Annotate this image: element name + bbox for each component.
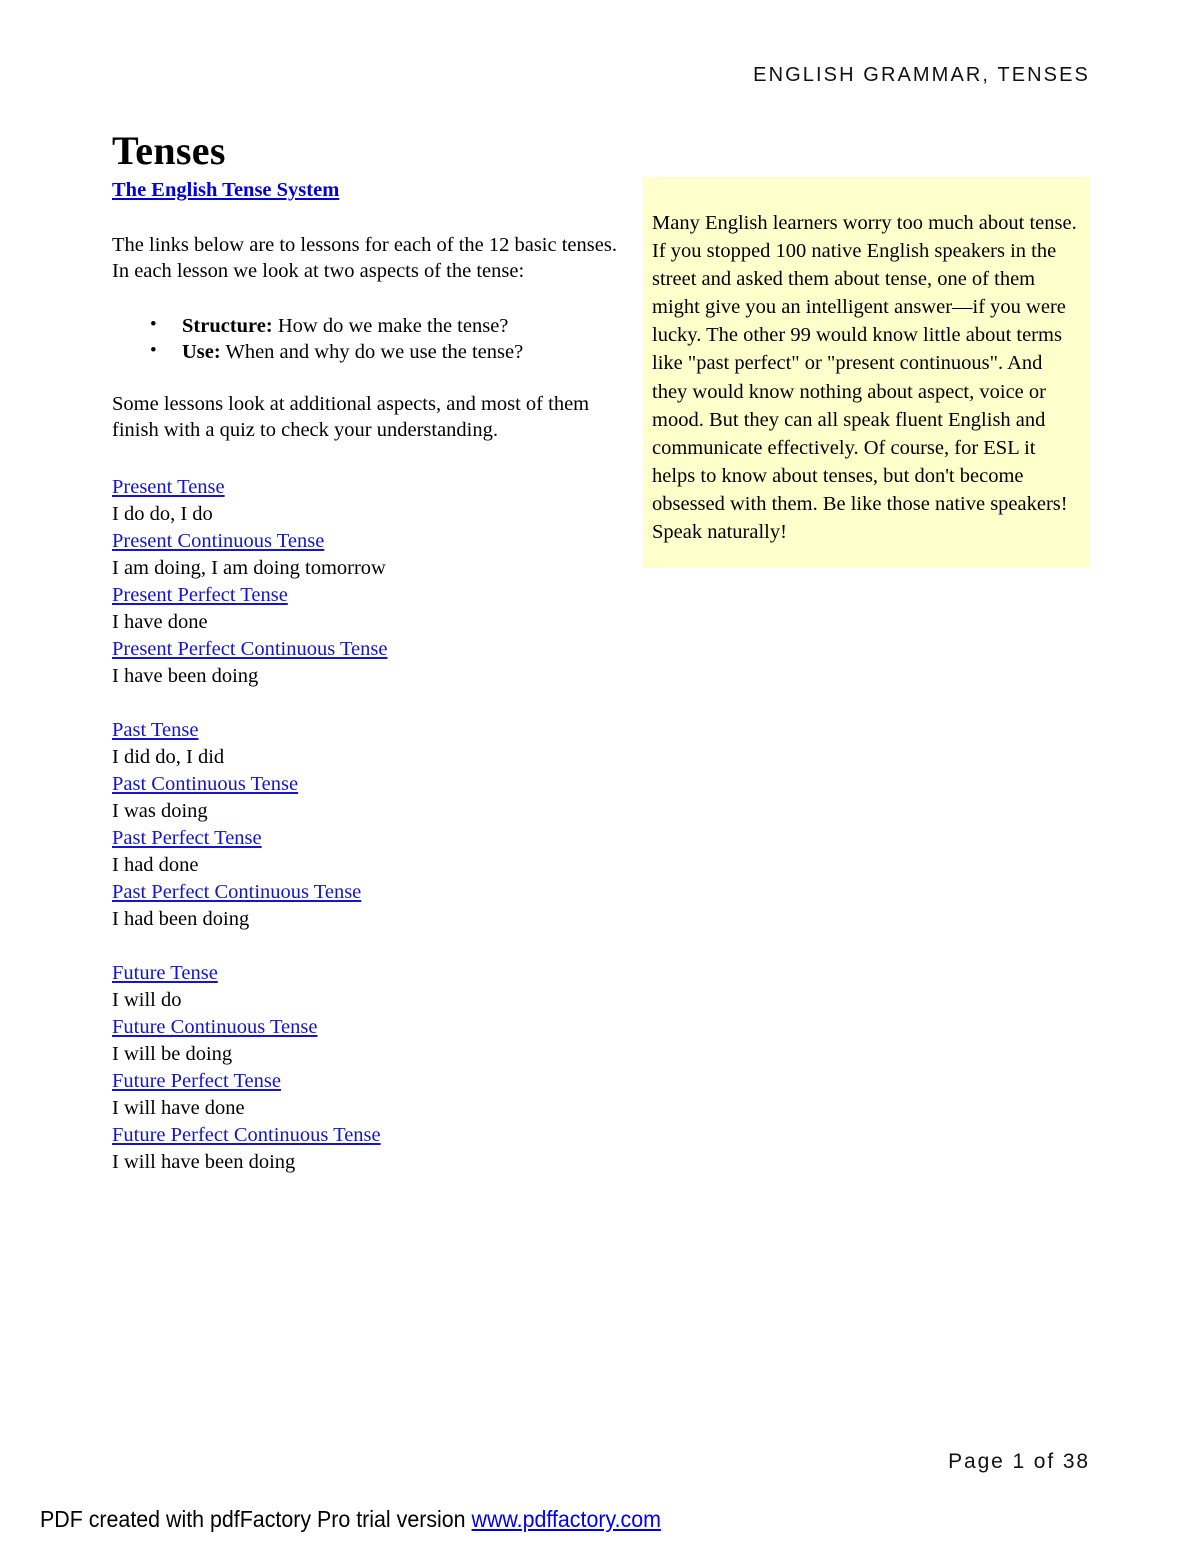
tense-example: I do do, I do [112, 502, 213, 525]
list-item: Structure: How do we make the tense? [112, 312, 630, 339]
page-title: Tenses [112, 127, 226, 173]
tense-group-present: Present Tense I do do, I do Present Cont… [112, 474, 630, 690]
tense-link[interactable]: Present Perfect Tense [112, 582, 288, 609]
tense-example: I will do [112, 988, 182, 1011]
tense-link[interactable]: Future Perfect Continuous Tense [112, 1122, 381, 1149]
aspect-description: How do we make the tense? [272, 314, 509, 337]
tense-link[interactable]: Present Perfect Continuous Tense [112, 636, 387, 663]
tense-example: I have been doing [112, 664, 259, 687]
intro-paragraph: The links below are to lessons for each … [112, 233, 617, 283]
pdffactory-link[interactable]: www.pdffactory.com [472, 1506, 661, 1532]
tense-group-future: Future Tense I will do Future Continuous… [112, 960, 630, 1176]
tense-link[interactable]: Past Tense [112, 717, 198, 744]
tense-link[interactable]: Past Perfect Tense [112, 825, 262, 852]
pdf-credit: PDF created with pdfFactory Pro trial ve… [40, 1506, 661, 1533]
aspect-term: Structure: [182, 314, 273, 337]
aspect-term: Use: [182, 340, 221, 363]
tense-example: I did do, I did [112, 745, 225, 768]
tense-example: I will have been doing [112, 1150, 296, 1173]
tense-link[interactable]: Past Perfect Continuous Tense [112, 879, 361, 906]
tense-link[interactable]: Future Tense [112, 960, 218, 987]
aspect-description: When and why do we use the tense? [220, 340, 524, 363]
tense-example: I will be doing [112, 1042, 233, 1065]
page-number: Page 1 of 38 [948, 1450, 1090, 1473]
pdf-credit-text: PDF created with pdfFactory Pro trial ve… [40, 1506, 472, 1532]
document-page: ENGLISH GRAMMAR, TENSES Tenses The Engli… [0, 0, 1200, 1553]
tense-example: I have done [112, 610, 208, 633]
tense-groups: Present Tense I do do, I do Present Cont… [112, 474, 630, 1176]
tense-group-past: Past Tense I did do, I did Past Continuo… [112, 717, 630, 933]
running-header: ENGLISH GRAMMAR, TENSES [753, 64, 1090, 86]
tense-link[interactable]: Past Continuous Tense [112, 771, 298, 798]
tense-example: I will have done [112, 1096, 245, 1119]
list-item: Use: When and why do we use the tense? [112, 338, 630, 365]
extra-paragraph: Some lessons look at additional aspects,… [112, 392, 590, 442]
left-column: The English Tense System The links below… [112, 178, 630, 1176]
tense-example: I am doing, I am doing tomorrow [112, 556, 386, 579]
tense-example: I had been doing [112, 907, 250, 930]
tense-link[interactable]: Present Tense [112, 474, 225, 501]
callout-text: Many English learners worry too much abo… [652, 212, 1077, 544]
tense-example: I had done [112, 853, 199, 876]
section-link-english-tense-system[interactable]: The English Tense System [112, 178, 339, 204]
aspects-list: Structure: How do we make the tense? Use… [112, 312, 630, 365]
tense-link[interactable]: Future Perfect Tense [112, 1068, 281, 1095]
tense-link[interactable]: Future Continuous Tense [112, 1014, 317, 1041]
tense-example: I was doing [112, 799, 208, 822]
tense-link[interactable]: Present Continuous Tense [112, 528, 324, 555]
callout-box: Many English learners worry too much abo… [643, 177, 1090, 569]
